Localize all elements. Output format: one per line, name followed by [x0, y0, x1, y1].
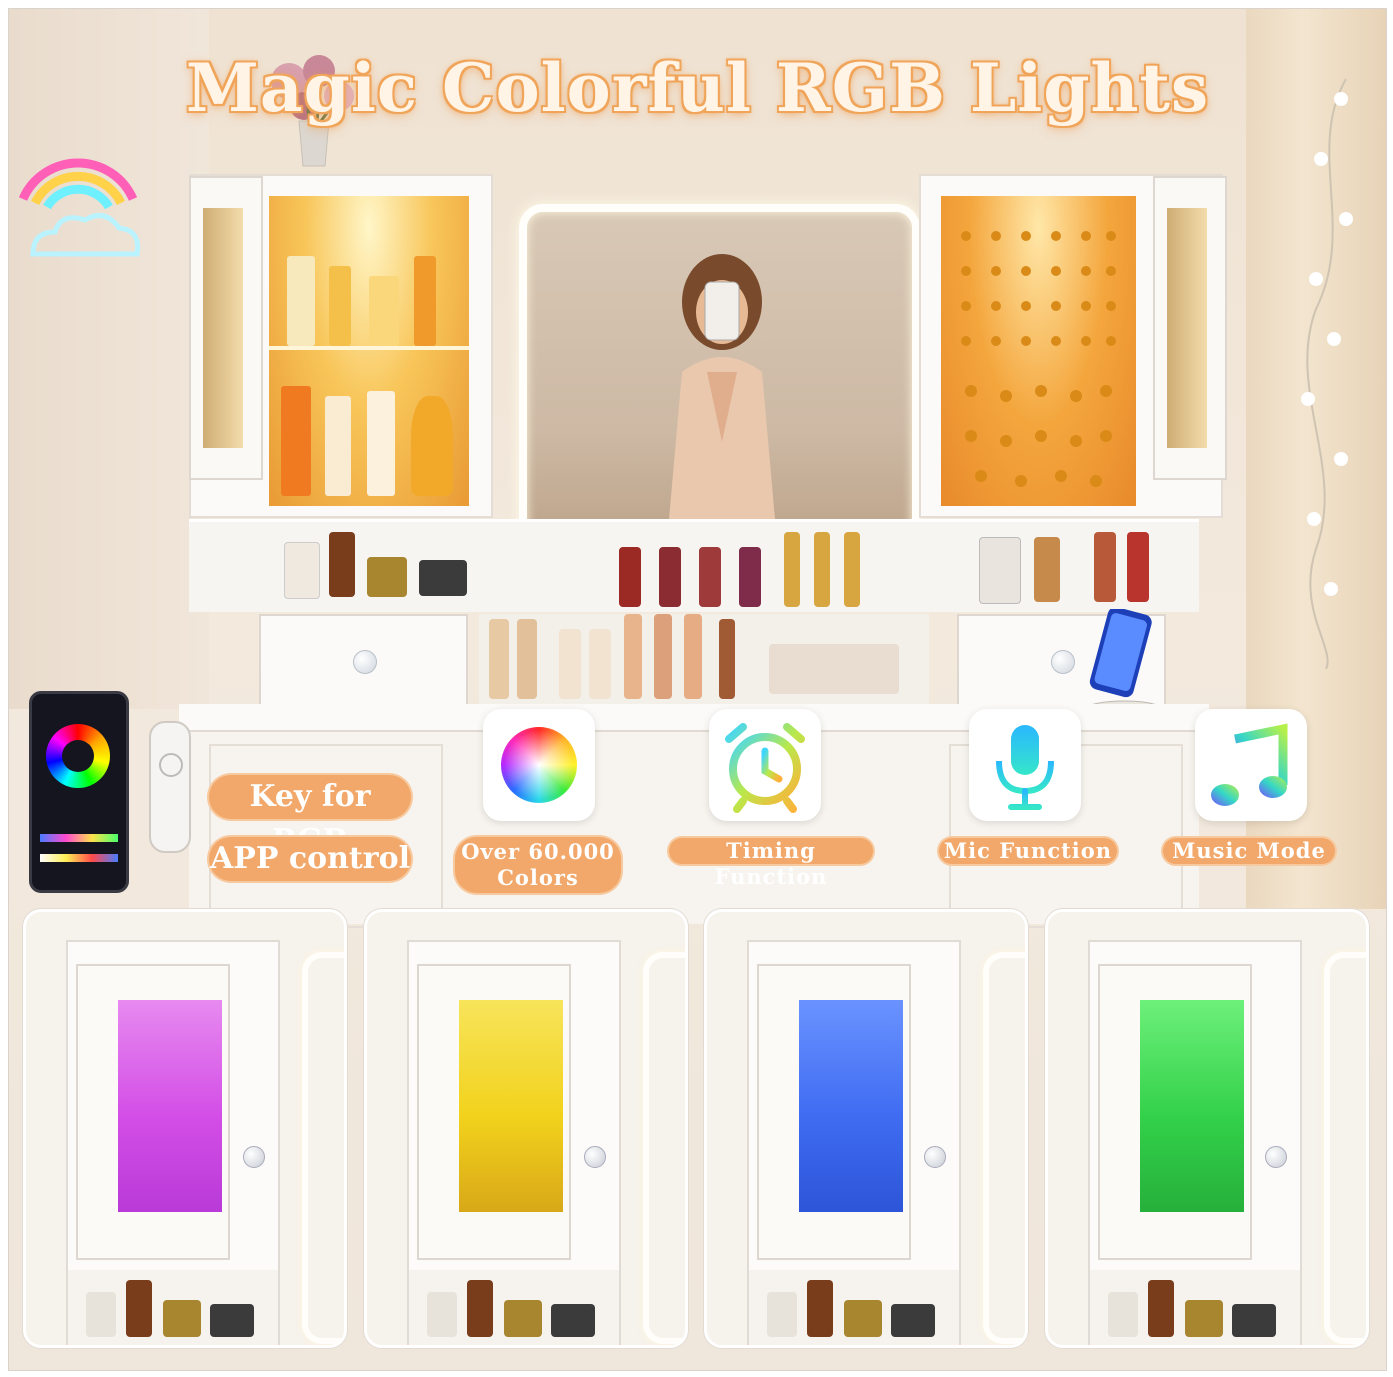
color-ring-icon [46, 724, 110, 788]
rgb-remote [149, 721, 191, 853]
left-cabinet [189, 174, 493, 518]
alarm-clock-icon [709, 709, 821, 821]
app-control-label: APP control [209, 837, 411, 881]
product-image: Magic Colorful RGB Lights Key for APP co… [8, 8, 1387, 1371]
feature-label-colors: Over 60.000 Colors [455, 837, 621, 893]
wireless-charger-phone [1085, 609, 1163, 718]
jewelry-display [941, 196, 1136, 506]
panel-purple [23, 909, 347, 1348]
cosmetics-shelf [189, 519, 1199, 612]
string-lights [1301, 78, 1353, 669]
right-glass-door [1153, 176, 1227, 480]
music-note-icon [1195, 709, 1307, 821]
neon-rainbow-sign [18, 158, 141, 257]
color-wheel-icon [483, 709, 595, 821]
key-rgb-label: Key for RGB [209, 775, 411, 858]
left-drawer [259, 614, 468, 708]
page-title: Magic Colorful RGB Lights [185, 49, 1210, 127]
panel-yellow [364, 909, 688, 1348]
phone-app [29, 691, 129, 893]
panel-green [1045, 909, 1369, 1348]
feature-label-timing: Timing Function [669, 838, 873, 889]
warm-lit-shelves [269, 196, 469, 506]
right-cabinet [919, 174, 1227, 518]
microphone-icon [969, 709, 1081, 821]
vanity-hutch [189, 159, 1227, 719]
center-cubby [479, 614, 929, 704]
feature-label-music: Music Mode [1163, 838, 1335, 864]
panel-blue [704, 909, 1028, 1348]
left-glass-door [189, 176, 263, 480]
feature-label-mic: Mic Function [939, 838, 1117, 864]
